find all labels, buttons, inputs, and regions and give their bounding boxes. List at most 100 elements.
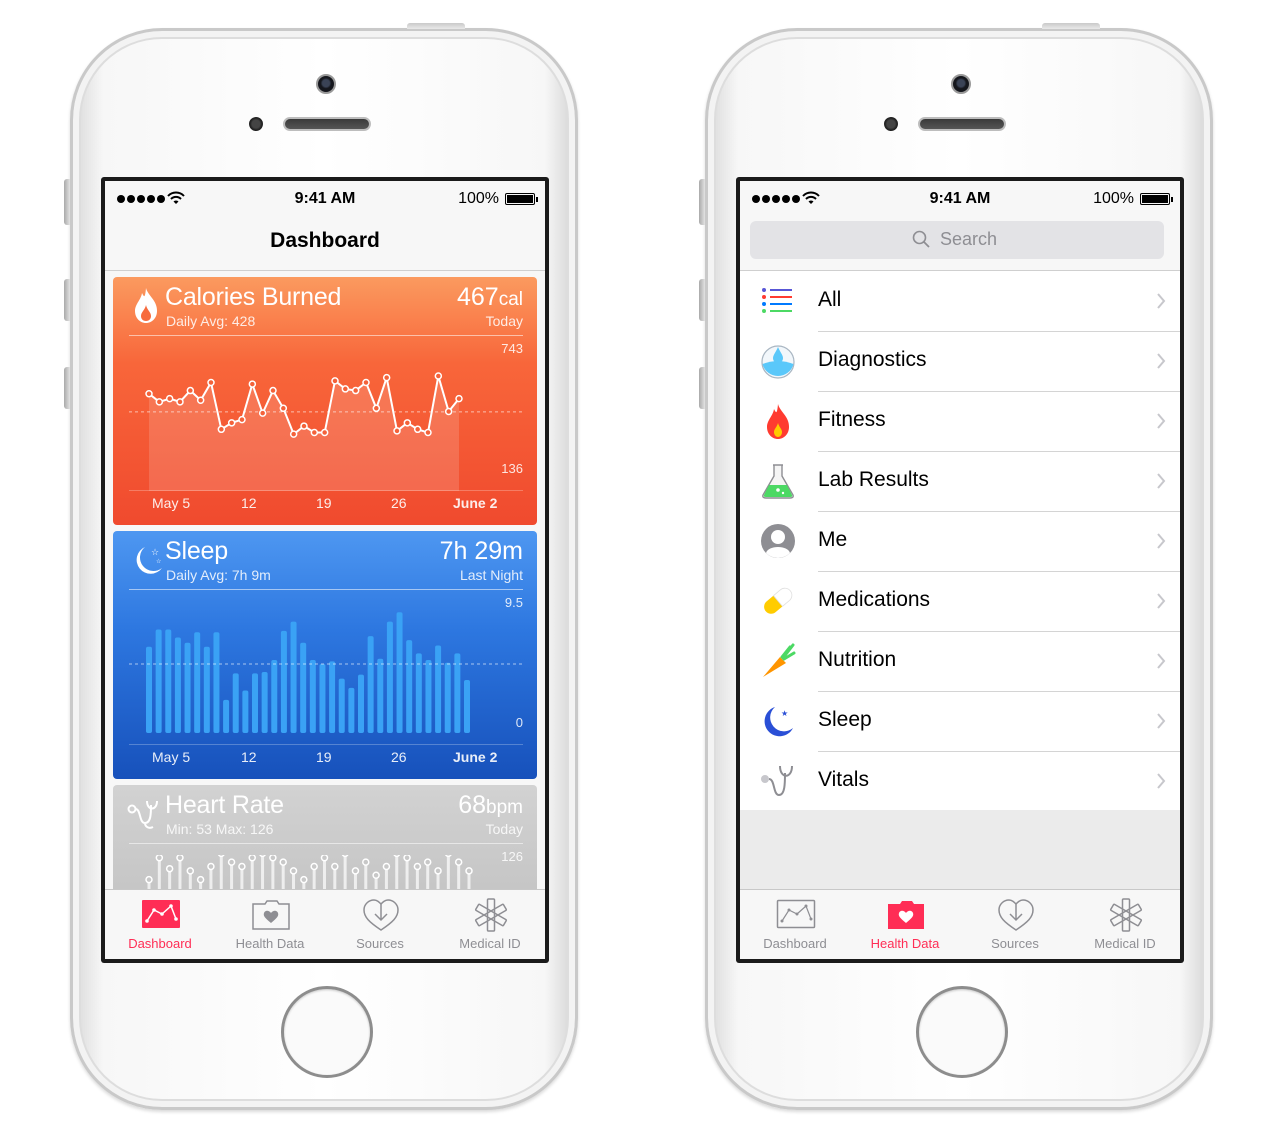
list-item-vitals[interactable]: Vitals	[740, 751, 1180, 811]
card-divider	[129, 335, 523, 336]
flame-icon	[767, 404, 789, 439]
sleep-bar	[425, 660, 432, 733]
tab-health-data[interactable]: Health Data	[850, 890, 960, 959]
volume-up-button	[699, 279, 705, 321]
tab-label: Health Data	[235, 936, 305, 951]
heart-rate-point	[341, 855, 349, 858]
home-button[interactable]	[281, 986, 373, 1078]
sleep-bar	[280, 630, 287, 733]
heart-rate-point	[393, 855, 401, 858]
sleep-bar	[377, 658, 384, 733]
list-item-label: Diagnostics	[818, 348, 927, 371]
list-item-sleep[interactable]: ★ Sleep	[740, 691, 1180, 751]
calories-daily-avg: Daily Avg: 428	[166, 313, 256, 329]
heart-rate-point	[444, 855, 452, 858]
tab-medical-id[interactable]: Medical ID	[435, 890, 545, 959]
sleep-bar	[329, 661, 336, 733]
svg-text:★: ★	[781, 709, 788, 718]
calories-point	[455, 394, 463, 403]
front-camera	[316, 74, 336, 94]
screen-frame: 9:41 AM 100% Dashboard Calories Burned D…	[101, 177, 549, 963]
list-item-diagnostics[interactable]: Diagnostics	[740, 331, 1180, 391]
list-item-me[interactable]: Me	[740, 511, 1180, 571]
sleep-bar	[358, 674, 364, 733]
tab-bar: Dashboard Health Data Sources Medical ID	[105, 889, 545, 959]
heart-rate-point	[465, 867, 473, 875]
flame-icon	[135, 288, 157, 323]
category-list: All Diagnostics Fitness Lab Results Me M…	[740, 270, 1180, 812]
list-item-fitness[interactable]: Fitness	[740, 391, 1180, 451]
calories-point	[413, 425, 422, 434]
sleep-card[interactable]: ☆ ☆ Sleep Daily Avg: 7h 9m 7h 29m Last N…	[113, 531, 537, 779]
heart-rate-point	[403, 855, 411, 862]
search-input[interactable]: Search	[750, 221, 1164, 259]
heart-rate-point	[186, 867, 195, 875]
sleep-bar	[444, 662, 451, 733]
person-icon	[761, 524, 795, 558]
sleep-bar-chart	[129, 612, 523, 745]
tab-dashboard[interactable]: Dashboard	[105, 890, 215, 959]
calories-card[interactable]: Calories Burned Daily Avg: 428 467cal To…	[113, 277, 537, 525]
heart-rate-point	[454, 858, 463, 866]
heart-rate-point	[145, 875, 153, 884]
dashboard-tab-icon	[776, 899, 816, 929]
search-placeholder: Search	[940, 229, 998, 249]
tab-sources[interactable]: Sources	[325, 890, 435, 959]
card-divider	[129, 843, 523, 844]
heart-rate-point	[227, 858, 236, 866]
mute-switch	[64, 179, 70, 225]
tab-health-data[interactable]: Health Data	[215, 890, 325, 959]
sleep-bar	[415, 653, 422, 733]
volume-up-button	[64, 279, 70, 321]
list-item-lab-results[interactable]: Lab Results	[740, 451, 1180, 511]
water-drop-icon	[761, 345, 795, 379]
sleep-bar	[165, 629, 172, 733]
sleep-bar	[319, 664, 326, 733]
stethoscope-icon	[761, 765, 793, 797]
proximity-sensor	[249, 117, 263, 131]
x-tick-label: 26	[391, 495, 407, 511]
sleep-bar	[174, 637, 181, 733]
tab-medical-id[interactable]: Medical ID	[1070, 890, 1180, 959]
list-item-nutrition[interactable]: Nutrition	[740, 631, 1180, 691]
calories-point	[145, 390, 153, 398]
tab-sources[interactable]: Sources	[960, 890, 1070, 959]
svg-text:☆: ☆	[156, 558, 161, 565]
list-item-all[interactable]: All	[740, 271, 1180, 331]
heart-rate-value: 68bpm	[458, 791, 523, 819]
calories-point	[393, 427, 401, 435]
heart-rate-point	[165, 864, 174, 873]
home-button[interactable]	[916, 986, 1008, 1078]
battery-percent: 100%	[1093, 190, 1134, 207]
page-title: Dashboard	[270, 229, 380, 252]
heart-rate-point	[207, 862, 215, 871]
dashboard-screen: 9:41 AM 100% Dashboard Calories Burned D…	[105, 181, 545, 959]
tab-label: Medical ID	[459, 936, 521, 951]
tab-dashboard[interactable]: Dashboard	[740, 890, 850, 959]
x-tick-label: 19	[316, 495, 332, 511]
sleep-bar	[261, 671, 268, 733]
sleep-bar	[213, 632, 220, 733]
heart-rate-point	[434, 867, 442, 875]
heart-rate-card[interactable]: Heart Rate Min: 53 Max: 126 68bpm Today …	[113, 785, 537, 905]
heart-rate-point	[362, 858, 370, 866]
moon-icon: ☆ ☆	[136, 547, 162, 574]
calories-point	[269, 386, 277, 395]
heart-rate-point	[176, 855, 184, 862]
stethoscope-icon	[127, 800, 158, 829]
list-item-medications[interactable]: Medications	[740, 571, 1180, 631]
search-icon	[912, 230, 930, 248]
chevron-right-icon	[1157, 713, 1166, 729]
status-bar: 9:41 AM 100%	[740, 181, 1180, 215]
calories-point	[331, 377, 339, 385]
calories-point	[279, 404, 288, 413]
volume-down-button	[699, 367, 705, 409]
calories-point	[444, 407, 453, 416]
sleep-bar	[203, 646, 210, 733]
calories-point	[372, 404, 381, 413]
moon-icon: ★	[764, 707, 793, 737]
sleep-bar	[155, 629, 162, 733]
sleep-bar	[348, 687, 355, 733]
heart-rate-point	[238, 862, 246, 871]
calories-point	[248, 380, 257, 388]
